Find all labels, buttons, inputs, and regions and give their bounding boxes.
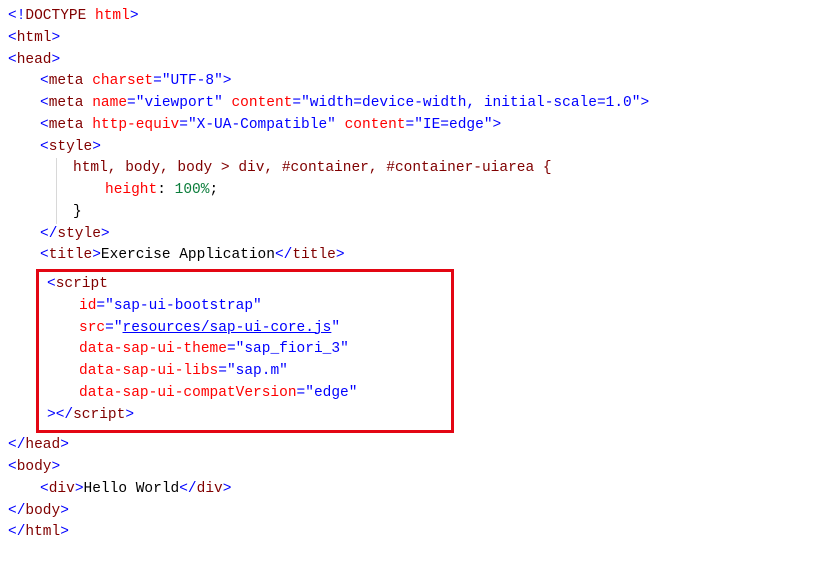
tag-head-close: head [25,437,60,453]
code-line: <meta name="viewport" content="width=dev… [8,93,818,115]
code-line: <head> [8,50,818,72]
tag-meta: meta [49,95,84,111]
tag-meta: meta [49,73,84,89]
val-charset: UTF-8 [171,73,215,89]
val-xua-content: IE=edge [423,117,484,133]
val-id: sap-ui-bootstrap [114,298,253,314]
tag-title: title [49,247,93,263]
tag-div-close: div [197,481,223,497]
attr-id: id [79,298,96,314]
attr-name: name [92,95,127,111]
tag-meta: meta [49,117,84,133]
hello-text: Hello World [84,481,180,497]
title-text: Exercise Application [101,247,275,263]
val-src: resources/sap-ui-core.js [123,320,332,336]
val-viewport-content: width=device-width, initial-scale=1.0 [310,95,632,111]
tag-style-close: style [57,226,101,242]
tag-html-close: html [25,524,60,540]
code-line: <html> [8,28,818,50]
code-line: data-sap-ui-libs="sap.m" [43,361,447,383]
tag-head: head [17,52,52,68]
code-line: data-sap-ui-compatVersion="edge" [43,383,447,405]
angle: > [52,52,61,68]
val-theme: sap_fiori_3 [244,341,340,357]
code-line: src="resources/sap-ui-core.js" [43,318,447,340]
angle: > [130,8,139,24]
code-line: html, body, body > div, #container, #con… [56,158,818,180]
css-prop: height [105,182,157,198]
code-line: height: 100%; [56,180,818,202]
code-line: ></script> [43,405,447,427]
val-viewport: viewport [144,95,214,111]
highlight-box: <script id="sap-ui-bootstrap" src="resou… [36,269,454,433]
code-line: <title>Exercise Application</title> [8,245,818,267]
angle: > [52,30,61,46]
code-line: </style> [8,224,818,246]
attr-src: src [79,320,105,336]
code-line: </html> [8,522,818,544]
code-line: <div>Hello World</div> [8,479,818,501]
code-line: data-sap-ui-theme="sap_fiori_3" [43,339,447,361]
tag-body-close: body [25,503,60,519]
code-line: <meta http-equiv="X-UA-Compatible" conte… [8,115,818,137]
attr-content: content [345,117,406,133]
code-line: </head> [8,435,818,457]
val-libs: sap.m [236,363,280,379]
val-xua: X-UA-Compatible [197,117,328,133]
code-line: <body> [8,457,818,479]
angle: <! [8,8,25,24]
tag-title-close: title [292,247,336,263]
css-val: 100% [175,182,210,198]
tag-script: script [56,276,108,292]
code-line: </body> [8,501,818,523]
code-line: <style> [8,137,818,159]
doctype-name: DOCTYPE [25,8,86,24]
attr-compat: data-sap-ui-compatVersion [79,385,297,401]
attr-charset: charset [92,73,153,89]
code-line: <!DOCTYPE html> [8,6,818,28]
attr-theme: data-sap-ui-theme [79,341,227,357]
css-selector: html, body, body > div, #container, #con… [73,160,552,176]
angle: < [8,52,17,68]
css-close: } [73,204,82,220]
code-line: } [56,202,818,224]
tag-body: body [17,459,52,475]
code-line: <script [43,274,447,296]
tag-script-close: script [73,407,125,423]
code-line: id="sap-ui-bootstrap" [43,296,447,318]
val-compat: edge [314,385,349,401]
angle: < [8,30,17,46]
tag-html: html [17,30,52,46]
attr-content: content [231,95,292,111]
doctype-kw: html [95,8,130,24]
tag-style: style [49,139,93,155]
attr-httpequiv: http-equiv [92,117,179,133]
attr-libs: data-sap-ui-libs [79,363,218,379]
tag-div: div [49,481,75,497]
code-line: <meta charset="UTF-8"> [8,71,818,93]
